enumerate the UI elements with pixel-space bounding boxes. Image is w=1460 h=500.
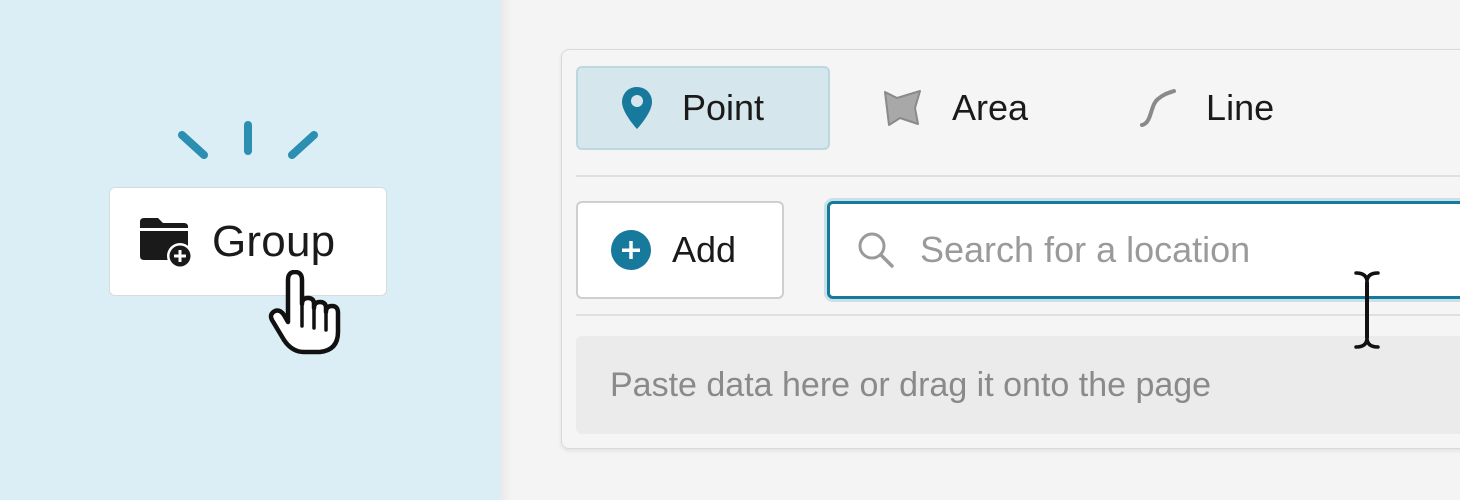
tab-line[interactable]: Line	[1080, 66, 1326, 150]
tab-line-label: Line	[1206, 87, 1275, 128]
highlight-sparkle-icon	[178, 121, 318, 159]
folder-add-icon	[140, 217, 193, 268]
divider	[576, 314, 1460, 316]
divider	[576, 175, 1460, 177]
tab-area-label: Area	[952, 87, 1029, 128]
tab-point[interactable]: Point	[576, 66, 830, 150]
tab-area[interactable]: Area	[830, 66, 1080, 150]
hand-pointer-cursor-icon	[268, 270, 341, 355]
pane-divider	[500, 0, 512, 500]
plus-circle-icon	[611, 230, 651, 270]
area-icon	[884, 90, 921, 126]
line-icon	[1140, 89, 1177, 127]
paste-drop-area[interactable]: Paste data here or drag it onto the page	[576, 336, 1460, 434]
tab-point-label: Point	[682, 87, 765, 128]
text-cursor-icon	[1354, 271, 1380, 349]
add-button[interactable]: Add	[576, 201, 784, 299]
paste-area-hint: Paste data here or drag it onto the page	[610, 365, 1212, 404]
group-button-label: Group	[212, 216, 336, 266]
add-button-label: Add	[672, 229, 737, 270]
map-pin-icon	[622, 87, 652, 129]
search-input[interactable]	[918, 228, 1460, 272]
geometry-tabs: Point Area Line	[576, 66, 1326, 152]
geometry-panel: Point Area Line Add Search for a locatio…	[561, 49, 1460, 449]
search-icon	[858, 232, 894, 268]
